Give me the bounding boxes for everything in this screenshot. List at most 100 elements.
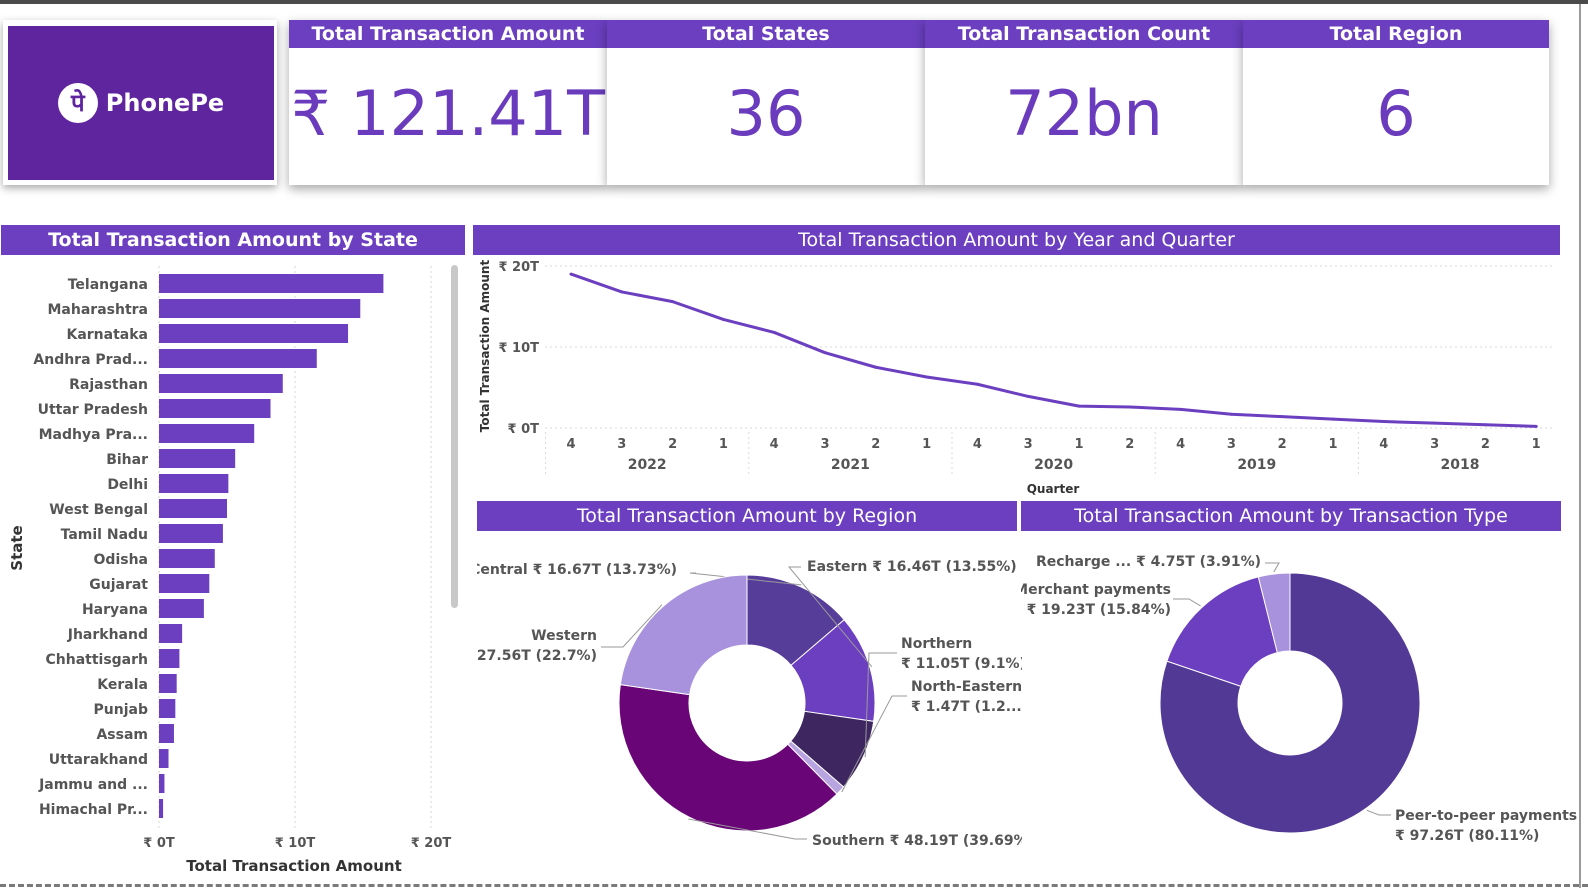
state-bar[interactable] (159, 349, 317, 368)
trend-chart-title: Total Transaction Amount by Year and Qua… (473, 225, 1560, 255)
year-quarter-line-chart[interactable]: ₹ 0T ₹ 10T ₹ 20T 4 3 2 1 4 3 2 1 4 3 1 2 4 3 2 1 4 3 2 1 2022 20… (473, 256, 1560, 500)
state-bar[interactable] (159, 749, 169, 768)
slice-label: Peer-to-peer payments (1395, 808, 1577, 824)
trend-point (925, 375, 929, 379)
trend-line[interactable] (570, 272, 1537, 428)
y-axis-title: State (8, 525, 26, 570)
state-label: Odisha (94, 552, 148, 568)
quarter-tick-label: 3 (1430, 437, 1439, 452)
quarter-tick-label: 1 (719, 437, 728, 452)
state-bar[interactable] (159, 449, 236, 468)
state-bar[interactable] (159, 799, 164, 818)
quarter-tick-label: 3 (820, 437, 829, 452)
year-tick-label: 2018 (1441, 457, 1480, 473)
trend-point (1433, 421, 1437, 425)
state-bar[interactable] (159, 674, 177, 693)
kpi-card-total-region[interactable]: Total Region 6 (1243, 20, 1549, 185)
state-label: Karnataka (66, 327, 148, 343)
kpi-card-total-amount[interactable]: Total Transaction Amount ₹ 121.41T (289, 20, 607, 185)
trend-point (874, 365, 878, 369)
quarter-tick-label: 2 (668, 437, 677, 452)
brand-name: PhonePe (105, 89, 225, 117)
year-tick-label: 2022 (628, 457, 667, 473)
x-tick-label: ₹ 20T (411, 836, 452, 851)
slice-value: ₹ 19.23T (15.84%) (1027, 602, 1171, 618)
slice-value: ₹ 97.26T (80.11%) (1395, 828, 1539, 844)
state-label: Uttarakhand (49, 752, 148, 768)
kpi-card-total-states[interactable]: Total States 36 (607, 20, 925, 185)
state-bar-chart[interactable]: ₹ 0T ₹ 10T ₹ 20T Telangana Maharashtra Karnat… (0, 258, 466, 878)
state-label: Uttar Pradesh (38, 402, 148, 418)
leader-line (1366, 809, 1391, 816)
slice-label: Eastern ₹ 16.46T (13.55%) (807, 559, 1017, 575)
slice-label: Central ₹ 16.67T (13.73%) (477, 562, 677, 578)
state-bar[interactable] (159, 299, 361, 318)
year-tick-label: 2019 (1237, 457, 1276, 473)
state-bar[interactable] (159, 399, 271, 418)
state-bar[interactable] (159, 549, 215, 568)
leader-line (1173, 598, 1201, 607)
slice-label: North-Eastern (911, 679, 1022, 695)
state-label: Maharashtra (48, 302, 149, 318)
slice-value: ₹ 1.47T (1.2...) (911, 699, 1022, 715)
quarter-tick-label: 1 (1074, 437, 1083, 452)
slice-label: Merchant payments (1021, 582, 1171, 598)
top-border (0, 0, 1588, 4)
state-label: Himachal Pr... (39, 802, 148, 818)
state-bar[interactable] (159, 574, 210, 593)
state-bar[interactable] (159, 424, 255, 443)
kpi-title: Total States (607, 20, 925, 48)
slice-value: ₹ 11.05T (9.1%) (901, 656, 1022, 672)
state-label: Andhra Prad... (33, 352, 148, 368)
transaction-type-donut-chart[interactable]: Peer-to-peer payments ₹ 97.26T (80.11%) Me… (1021, 533, 1579, 863)
slice-label: Recharge ... ₹ 4.75T (3.91%) (1036, 554, 1261, 570)
state-chart-title: Total Transaction Amount by State (1, 225, 465, 255)
state-label: Jharkhand (67, 627, 148, 643)
state-bar[interactable] (159, 474, 229, 493)
trend-point (1280, 415, 1284, 419)
state-bar[interactable] (159, 524, 223, 543)
state-label: Bihar (106, 452, 148, 468)
state-bar[interactable] (159, 724, 174, 743)
right-border (1579, 4, 1581, 888)
leader-line (1265, 562, 1280, 573)
state-bar[interactable] (159, 649, 180, 668)
state-bar[interactable] (159, 274, 384, 293)
quarter-tick-label: 3 (1227, 437, 1236, 452)
region-chart-title: Total Transaction Amount by Region (477, 501, 1017, 531)
trend-point (772, 330, 776, 334)
slice-value: ₹ 27.56T (22.7%) (477, 648, 597, 664)
kpi-value: 72bn (1005, 77, 1163, 150)
type-chart-title: Total Transaction Amount by Transaction … (1021, 501, 1561, 531)
state-label: West Bengal (49, 502, 148, 518)
chart-scrollbar[interactable] (451, 265, 458, 608)
state-bar[interactable] (159, 324, 349, 343)
y-tick-label: ₹ 10T (498, 341, 539, 356)
state-bar[interactable] (159, 699, 176, 718)
trend-point (1229, 412, 1233, 416)
state-bar[interactable] (159, 374, 283, 393)
kpi-value: 36 (726, 77, 806, 150)
trend-point (671, 300, 675, 304)
year-tick-label: 2020 (1034, 457, 1073, 473)
y-axis-title: Total Transaction Amount (478, 260, 492, 433)
state-bar[interactable] (159, 624, 183, 643)
quarter-tick-label: 4 (770, 437, 779, 452)
trend-point (1331, 417, 1335, 421)
kpi-card-total-count[interactable]: Total Transaction Count 72bn (925, 20, 1243, 185)
state-bar[interactable] (159, 499, 227, 518)
state-bar[interactable] (159, 599, 204, 618)
state-label: Delhi (107, 477, 148, 493)
quarter-tick-label: 4 (566, 437, 575, 452)
quarter-tick-label: 2 (871, 437, 880, 452)
trend-point (569, 272, 573, 276)
trend-point (1026, 394, 1030, 398)
donut-slice[interactable] (619, 574, 748, 696)
year-tick-label: 2021 (831, 457, 870, 473)
kpi-title: Total Region (1243, 20, 1549, 48)
slice-label: Western (531, 628, 597, 644)
state-bar[interactable] (159, 774, 165, 793)
trend-point (1534, 424, 1538, 428)
region-donut-chart[interactable]: Central ₹ 16.67T (13.73%) Eastern ₹ 16.46… (477, 533, 1022, 863)
x-tick-label: ₹ 10T (275, 836, 316, 851)
